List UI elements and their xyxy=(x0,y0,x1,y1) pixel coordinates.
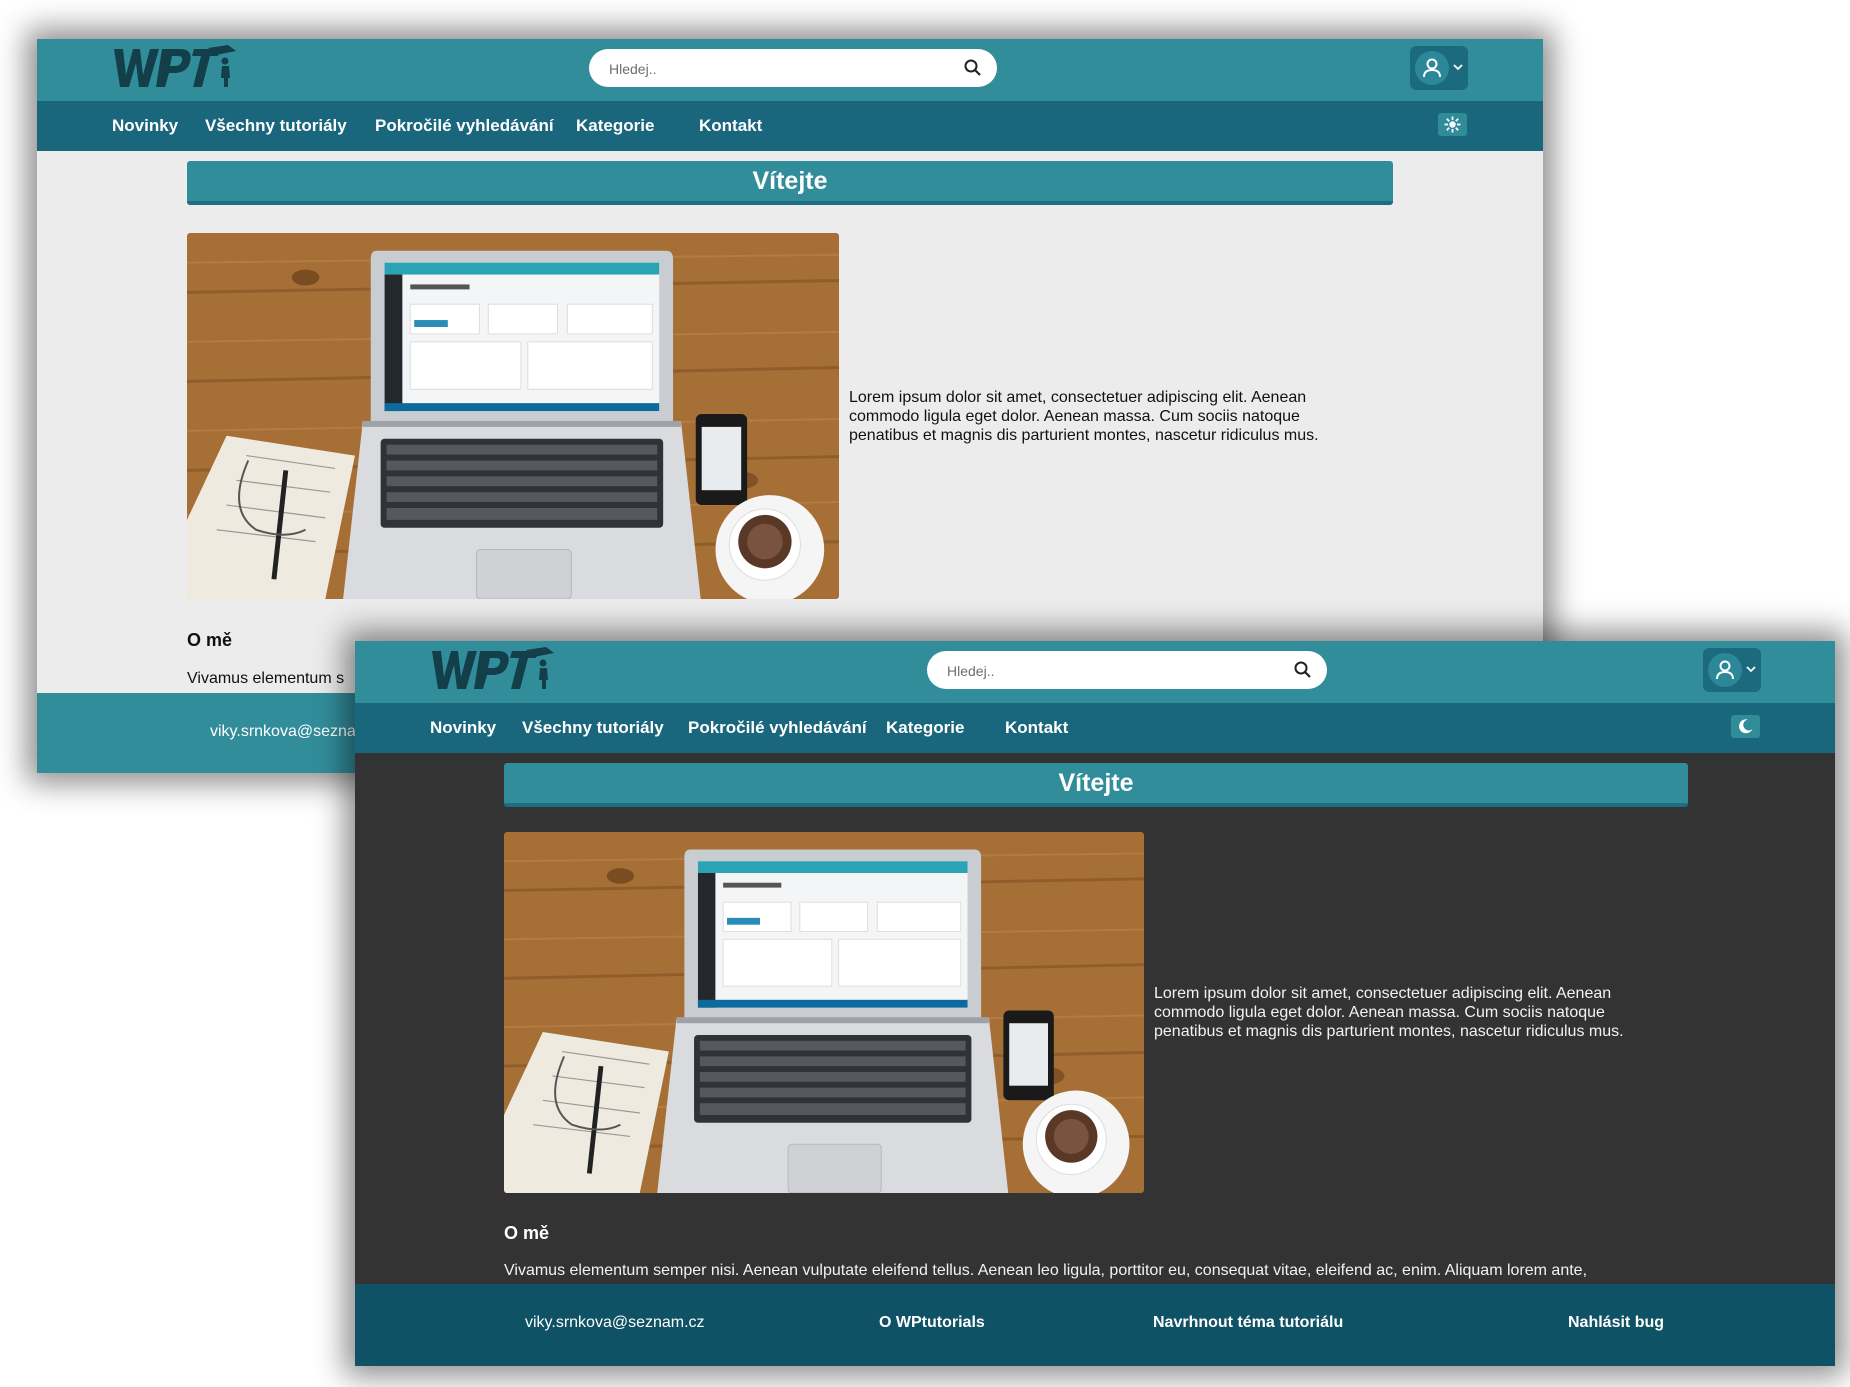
search-icon[interactable] xyxy=(1293,660,1313,680)
laptop-photo xyxy=(187,233,839,599)
search-input[interactable] xyxy=(945,651,1283,691)
nav-kategorie[interactable]: Kategorie xyxy=(886,718,964,738)
footer-suggest-link[interactable]: Navrhnout téma tutoriálu xyxy=(1153,1314,1343,1332)
welcome-title: Vítejte xyxy=(1058,768,1134,797)
dark-theme-window: Novinky Všechny tutoriály Pokročilé vyhl… xyxy=(355,641,1835,1366)
nav-kontakt[interactable]: Kontakt xyxy=(1005,718,1068,738)
nav-kategorie[interactable]: Kategorie xyxy=(576,116,654,136)
nav-pokrocile-vyhledavani[interactable]: Pokročilé vyhledávání xyxy=(688,718,867,738)
about-text: Vivamus elementum semper nisi. Aenean vu… xyxy=(504,1262,1588,1279)
nav-vsechny-tutorialy[interactable]: Všechny tutoriály xyxy=(522,718,664,738)
search-input[interactable] xyxy=(607,49,953,89)
header-bar xyxy=(355,641,1835,703)
chevron-down-icon xyxy=(1746,666,1756,673)
sun-icon xyxy=(1444,116,1461,133)
welcome-banner: Vítejte xyxy=(187,161,1393,205)
main-nav: Novinky Všechny tutoriály Pokročilé vyhl… xyxy=(37,101,1543,151)
wpt-logo[interactable] xyxy=(112,45,236,91)
intro-text: Lorem ipsum dolor sit amet, consectetuer… xyxy=(849,389,1319,444)
footer-email[interactable]: viky.srnkova@sezna xyxy=(210,723,356,741)
nav-pokrocile-vyhledavani[interactable]: Pokročilé vyhledávání xyxy=(375,116,554,136)
about-heading: O mě xyxy=(504,1223,550,1243)
theme-toggle-button[interactable] xyxy=(1731,715,1760,738)
main-nav: Novinky Všechny tutoriály Pokročilé vyhl… xyxy=(355,703,1835,753)
nav-kontakt[interactable]: Kontakt xyxy=(699,116,762,136)
header-bar xyxy=(37,39,1543,101)
laptop-photo xyxy=(504,832,1144,1193)
about-heading: O mě xyxy=(187,630,233,650)
footer: viky.srnkova@seznam.cz O WPtutorials Nav… xyxy=(355,1284,1835,1366)
user-menu-button[interactable] xyxy=(1410,46,1468,90)
search-box[interactable] xyxy=(589,49,997,89)
intro-text: Lorem ipsum dolor sit amet, consectetuer… xyxy=(1154,985,1624,1040)
user-menu-button[interactable] xyxy=(1703,648,1761,692)
wpt-logo[interactable] xyxy=(430,647,554,693)
nav-novinky[interactable]: Novinky xyxy=(112,116,178,136)
footer-about-link[interactable]: O WPtutorials xyxy=(879,1314,985,1332)
welcome-banner: Vítejte xyxy=(504,763,1688,807)
welcome-title: Vítejte xyxy=(752,166,828,195)
user-icon xyxy=(1415,51,1449,85)
footer-email[interactable]: viky.srnkova@seznam.cz xyxy=(525,1314,705,1332)
search-box[interactable] xyxy=(927,651,1327,691)
nav-novinky[interactable]: Novinky xyxy=(430,718,496,738)
footer-bug-link[interactable]: Nahlásit bug xyxy=(1568,1314,1664,1332)
search-icon[interactable] xyxy=(963,58,983,78)
chevron-down-icon xyxy=(1453,64,1463,71)
nav-vsechny-tutorialy[interactable]: Všechny tutoriály xyxy=(205,116,347,136)
theme-toggle-button[interactable] xyxy=(1438,113,1467,136)
moon-icon xyxy=(1739,719,1753,734)
user-icon xyxy=(1708,653,1742,687)
